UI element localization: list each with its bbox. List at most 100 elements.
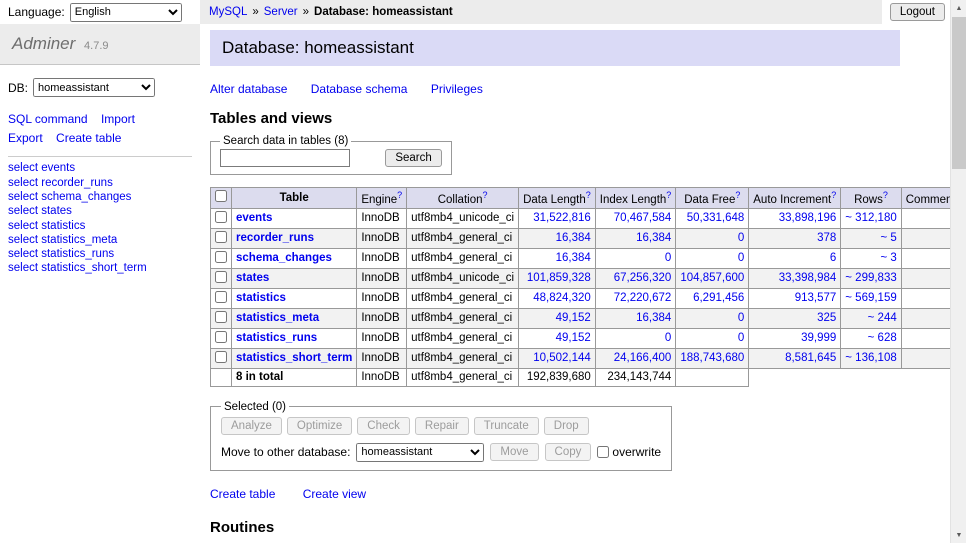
- sidebar-item-select-states[interactable]: select states: [8, 205, 192, 218]
- export-link[interactable]: Export: [8, 131, 43, 145]
- table-link[interactable]: schema_changes: [236, 252, 332, 264]
- data-length-link[interactable]: 10,502,144: [533, 352, 591, 364]
- help-icon[interactable]: ?: [735, 190, 740, 200]
- overwrite-checkbox[interactable]: [597, 446, 609, 458]
- row-checkbox[interactable]: [215, 251, 227, 263]
- index-length-link[interactable]: 0: [665, 252, 671, 264]
- help-icon[interactable]: ?: [586, 190, 591, 200]
- optimize-button[interactable]: Optimize: [287, 417, 352, 435]
- data-free-link[interactable]: 188,743,680: [680, 352, 744, 364]
- rows-count-link[interactable]: ~ 628: [868, 332, 897, 344]
- index-length-link[interactable]: 0: [665, 332, 671, 344]
- data-free-link[interactable]: 0: [738, 252, 744, 264]
- sidebar-item-select-statistics-runs[interactable]: select statistics_runs: [8, 248, 192, 261]
- create-table-link-sidebar[interactable]: Create table: [56, 131, 121, 145]
- data-free-link[interactable]: 0: [738, 332, 744, 344]
- sidebar-item-select-statistics-meta[interactable]: select statistics_meta: [8, 234, 192, 247]
- data-free-link[interactable]: 50,331,648: [687, 212, 745, 224]
- select-all-checkbox[interactable]: [215, 190, 227, 202]
- table-link[interactable]: statistics_short_term: [236, 352, 352, 364]
- db-select[interactable]: homeassistant: [33, 78, 155, 97]
- row-checkbox[interactable]: [215, 231, 227, 243]
- index-length-link[interactable]: 67,256,320: [614, 272, 672, 284]
- row-checkbox[interactable]: [215, 311, 227, 323]
- auto-increment-link[interactable]: 33,398,984: [779, 272, 837, 284]
- index-length-link[interactable]: 70,467,584: [614, 212, 672, 224]
- auto-increment-link[interactable]: 33,898,196: [779, 212, 837, 224]
- index-length-link[interactable]: 16,384: [636, 312, 671, 324]
- sidebar-item-select-events[interactable]: select events: [8, 162, 192, 175]
- rows-count-link[interactable]: ~ 3: [880, 252, 896, 264]
- sql-command-link[interactable]: SQL command: [8, 112, 88, 126]
- search-input[interactable]: [220, 149, 350, 167]
- table-link[interactable]: states: [236, 272, 269, 284]
- repair-button[interactable]: Repair: [415, 417, 469, 435]
- row-checkbox[interactable]: [215, 271, 227, 283]
- data-length-link[interactable]: 16,384: [556, 252, 591, 264]
- table-link[interactable]: statistics: [236, 292, 286, 304]
- rows-count-link[interactable]: ~ 569,159: [845, 292, 896, 304]
- search-button[interactable]: Search: [385, 149, 441, 167]
- row-checkbox[interactable]: [215, 331, 227, 343]
- data-free-link[interactable]: 104,857,600: [680, 272, 744, 284]
- breadcrumb-mysql-link[interactable]: MySQL: [209, 6, 247, 18]
- analyze-button[interactable]: Analyze: [221, 417, 282, 435]
- scroll-up-arrow-icon[interactable]: ▲: [951, 0, 966, 16]
- move-button[interactable]: Move: [490, 443, 538, 461]
- table-link[interactable]: events: [236, 212, 272, 224]
- language-select[interactable]: English: [70, 3, 182, 22]
- vertical-scrollbar[interactable]: ▲ ▼: [950, 0, 966, 543]
- data-length-link[interactable]: 31,522,816: [533, 212, 591, 224]
- help-icon[interactable]: ?: [883, 190, 888, 200]
- row-checkbox[interactable]: [215, 351, 227, 363]
- auto-increment-link[interactable]: 8,581,645: [785, 352, 836, 364]
- create-table-link[interactable]: Create table: [210, 487, 275, 501]
- scrollbar-thumb[interactable]: [952, 17, 966, 169]
- table-link[interactable]: statistics_runs: [236, 332, 317, 344]
- data-length-link[interactable]: 16,384: [556, 232, 591, 244]
- breadcrumb-server-link[interactable]: Server: [264, 6, 298, 18]
- help-icon[interactable]: ?: [397, 190, 402, 200]
- create-view-link[interactable]: Create view: [303, 487, 366, 501]
- auto-increment-link[interactable]: 6: [830, 252, 836, 264]
- check-button[interactable]: Check: [357, 417, 410, 435]
- row-checkbox[interactable]: [215, 291, 227, 303]
- sidebar-item-select-statistics[interactable]: select statistics: [8, 220, 192, 233]
- data-length-link[interactable]: 48,824,320: [533, 292, 591, 304]
- alter-database-link[interactable]: Alter database: [210, 82, 287, 96]
- drop-button[interactable]: Drop: [544, 417, 589, 435]
- data-length-link[interactable]: 49,152: [556, 312, 591, 324]
- logout-button[interactable]: Logout: [890, 3, 945, 21]
- sidebar-item-select-schema-changes[interactable]: select schema_changes: [8, 191, 192, 204]
- table-link[interactable]: statistics_meta: [236, 312, 319, 324]
- table-link[interactable]: recorder_runs: [236, 232, 314, 244]
- auto-increment-link[interactable]: 39,999: [801, 332, 836, 344]
- rows-count-link[interactable]: ~ 5: [880, 232, 896, 244]
- rows-count-link[interactable]: ~ 312,180: [845, 212, 896, 224]
- data-length-link[interactable]: 49,152: [556, 332, 591, 344]
- index-length-link[interactable]: 72,220,672: [614, 292, 672, 304]
- scroll-down-arrow-icon[interactable]: ▼: [951, 527, 966, 543]
- help-icon[interactable]: ?: [831, 190, 836, 200]
- auto-increment-link[interactable]: 913,577: [795, 292, 837, 304]
- data-length-link[interactable]: 101,859,328: [527, 272, 591, 284]
- rows-count-link[interactable]: ~ 299,833: [845, 272, 896, 284]
- help-icon[interactable]: ?: [482, 190, 487, 200]
- import-link[interactable]: Import: [101, 112, 135, 126]
- rows-count-link[interactable]: ~ 136,108: [845, 352, 896, 364]
- data-free-link[interactable]: 0: [738, 312, 744, 324]
- database-schema-link[interactable]: Database schema: [311, 82, 408, 96]
- index-length-link[interactable]: 24,166,400: [614, 352, 672, 364]
- row-checkbox[interactable]: [215, 211, 227, 223]
- data-free-link[interactable]: 0: [738, 232, 744, 244]
- sidebar-item-select-recorder-runs[interactable]: select recorder_runs: [8, 177, 192, 190]
- data-free-link[interactable]: 6,291,456: [693, 292, 744, 304]
- truncate-button[interactable]: Truncate: [474, 417, 539, 435]
- copy-button[interactable]: Copy: [545, 443, 592, 461]
- auto-increment-link[interactable]: 378: [817, 232, 836, 244]
- privileges-link[interactable]: Privileges: [431, 82, 483, 96]
- rows-count-link[interactable]: ~ 244: [868, 312, 897, 324]
- sidebar-item-select-statistics-short-term[interactable]: select statistics_short_term: [8, 262, 192, 275]
- index-length-link[interactable]: 16,384: [636, 232, 671, 244]
- overwrite-option[interactable]: overwrite: [597, 445, 661, 459]
